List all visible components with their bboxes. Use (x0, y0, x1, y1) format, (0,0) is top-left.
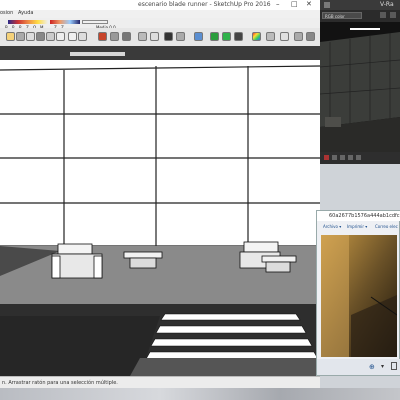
position-camera-icon[interactable] (176, 32, 185, 41)
photo-viewer-window: 60a2677b1576a444ab1cdfc Archivo ▾ Imprim… (316, 210, 400, 376)
eraser-icon[interactable] (16, 32, 25, 41)
vray-render-image (320, 22, 400, 152)
walk-icon[interactable] (194, 32, 203, 41)
component-icon[interactable] (46, 32, 55, 41)
sketchup-window: escenario blade runner - SketchUp Pro 20… (0, 0, 320, 388)
vray-app-icon (324, 2, 330, 8)
menu-imprimir[interactable]: Imprimir ▾ (347, 224, 367, 229)
vray-options-icon[interactable] (234, 32, 243, 41)
style-toolbar (0, 18, 320, 28)
vray-title-bar: V-Ra (320, 0, 400, 10)
photo-viewer-title: 60a2677b1576a444ab1cdfc (329, 213, 400, 219)
section-plane-icon[interactable] (164, 32, 173, 41)
vray-track-icon[interactable] (340, 155, 345, 160)
model-viewport[interactable] (0, 46, 320, 376)
house-icon[interactable] (36, 32, 45, 41)
zoom-window-icon[interactable] (150, 32, 159, 41)
menu-bar: osion Ayuda (0, 10, 320, 18)
vray-region-icon[interactable] (332, 155, 337, 160)
sketchup-title-bar: escenario blade runner - SketchUp Pro 20… (0, 0, 320, 10)
vray-title: V-Ra (380, 1, 394, 8)
vray-render-icon[interactable] (210, 32, 219, 41)
sphere-light-icon[interactable] (306, 32, 315, 41)
light-icon[interactable] (280, 32, 289, 41)
paint-bucket-icon[interactable] (98, 32, 107, 41)
coffee-table-center (123, 251, 163, 269)
color-swatch-bar[interactable] (8, 20, 48, 24)
vray-history-icon[interactable] (356, 155, 361, 160)
vray-stop-icon[interactable] (324, 155, 329, 160)
floor-step-shadow (130, 358, 320, 376)
select-tool-icon[interactable] (6, 32, 15, 41)
ceiling-light (70, 52, 125, 56)
orbit-icon[interactable] (110, 32, 119, 41)
photo-viewer-controls: ⊕ ▾ (317, 359, 400, 375)
status-bar: n. Arrastrar ratón para una selección mú… (0, 376, 320, 388)
view-icon[interactable] (68, 32, 77, 41)
scene-drawing (0, 46, 320, 376)
home-icon[interactable] (26, 32, 35, 41)
vray-correct-icon[interactable] (348, 155, 353, 160)
brush-icon[interactable] (294, 32, 303, 41)
vray-interactive-icon[interactable] (222, 32, 231, 41)
style-slider[interactable] (82, 20, 108, 24)
maximize-button[interactable]: □ (291, 0, 298, 8)
frame-buffer-icon[interactable] (266, 32, 275, 41)
back-wall (0, 60, 320, 270)
window-title: escenario blade runner - SketchUp Pro 20… (138, 1, 271, 8)
photo-viewer-title-bar: 60a2677b1576a444ab1cdfc (317, 211, 400, 221)
photo-viewer-menu: Archivo ▾ Imprimir ▾ Correo elec (317, 223, 400, 231)
photo-image (321, 235, 397, 357)
zoom-icon[interactable] (138, 32, 147, 41)
fit-window-icon[interactable] (391, 362, 397, 370)
vray-save-icon[interactable] (380, 12, 386, 18)
vray-clear-icon[interactable] (390, 12, 396, 18)
front-view-icon[interactable] (78, 32, 87, 41)
vray-frame-buffer: V-Ra RGB color (320, 0, 400, 164)
desktop-background (0, 388, 400, 400)
color-swatch-bar-2[interactable] (50, 20, 80, 24)
vray-channel-value: RGB color (325, 14, 345, 19)
dropdown-icon[interactable]: ▾ (381, 363, 384, 370)
close-button[interactable]: ✕ (306, 0, 312, 8)
vray-bottom-toolbar (320, 152, 400, 164)
minimize-button[interactable]: – (276, 0, 280, 8)
status-text: n. Arrastrar ratón para una selección mú… (2, 380, 118, 386)
pan-icon[interactable] (122, 32, 131, 41)
vray-channel-select[interactable]: RGB color (322, 12, 362, 19)
group-icon[interactable] (56, 32, 65, 41)
menu-correo[interactable]: Correo elec (375, 224, 398, 229)
menu-item-ventana[interactable]: osion (0, 10, 13, 16)
menu-item-ayuda[interactable]: Ayuda (18, 10, 33, 16)
zoom-icon[interactable]: ⊕ (369, 363, 375, 371)
material-editor-icon[interactable] (252, 32, 261, 41)
menu-archivo[interactable]: Archivo ▾ (323, 224, 341, 229)
